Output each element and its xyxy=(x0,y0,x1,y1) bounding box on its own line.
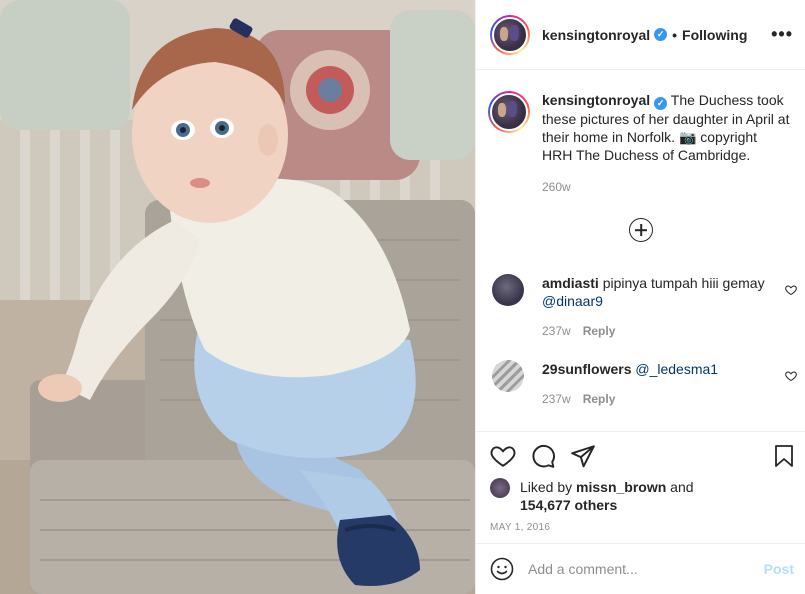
comment-item: 29sunflowers @_ledesma1 237w Reply xyxy=(476,360,805,408)
post-caption: kensingtonroyal ✓ The Duchess took these … xyxy=(476,71,805,196)
likes-count[interactable]: 154,677 others xyxy=(520,497,617,513)
verified-badge-icon: ✓ xyxy=(654,28,668,41)
comment-avatar[interactable] xyxy=(492,274,524,306)
liker-username[interactable]: missn_brown xyxy=(576,479,666,495)
emoji-icon[interactable] xyxy=(490,557,514,581)
post-date[interactable]: MAY 1, 2016 xyxy=(490,522,796,533)
bookmark-icon[interactable] xyxy=(772,443,796,469)
profile-avatar[interactable] xyxy=(490,14,530,55)
post-comment-button[interactable]: Post xyxy=(764,561,794,577)
comment-icon[interactable] xyxy=(530,443,556,469)
caption-timestamp[interactable]: 260w xyxy=(542,180,571,194)
like-comment-heart-icon[interactable] xyxy=(785,284,797,296)
post-header: kensingtonroyal ✓ • Following ••• xyxy=(476,0,805,70)
following-button[interactable]: Following xyxy=(682,27,747,43)
comment-item: amdiasti pipinya tumpah hiii gemay @dina… xyxy=(476,274,805,340)
share-icon[interactable] xyxy=(570,443,596,469)
comment-mention[interactable]: @dinaar9 xyxy=(542,293,603,309)
separator-dot: • xyxy=(672,26,678,43)
comment-input[interactable] xyxy=(528,561,764,577)
heart-icon[interactable] xyxy=(490,443,516,469)
reply-button[interactable]: Reply xyxy=(583,324,616,338)
comment-avatar[interactable] xyxy=(492,360,524,392)
comment-timestamp[interactable]: 237w xyxy=(542,324,571,338)
post-photo[interactable] xyxy=(0,0,475,594)
comment-mention[interactable]: @_ledesma1 xyxy=(635,361,718,377)
like-comment-heart-icon[interactable] xyxy=(785,370,797,382)
comment-timestamp[interactable]: 237w xyxy=(542,392,571,406)
more-options-icon[interactable]: ••• xyxy=(771,24,793,45)
plus-circle-icon[interactable] xyxy=(629,218,653,242)
likes-summary: Liked by missn_brown and 154,677 others xyxy=(490,478,796,514)
post-actions: Liked by missn_brown and 154,677 others … xyxy=(476,431,805,533)
load-more-comments[interactable] xyxy=(476,218,805,242)
liked-by-middle: and xyxy=(666,479,694,495)
add-comment-bar: Post xyxy=(476,543,805,594)
comments-list[interactable]: kensingtonroyal ✓ The Duchess took these … xyxy=(476,71,805,431)
liked-by-prefix: Liked by xyxy=(520,479,577,495)
header-username[interactable]: kensingtonroyal xyxy=(542,27,650,43)
post-details-panel: kensingtonroyal ✓ • Following ••• kensin… xyxy=(475,0,805,594)
liker-avatar[interactable] xyxy=(490,478,510,498)
comment-username[interactable]: amdiasti xyxy=(542,275,599,291)
caption-username[interactable]: kensingtonroyal xyxy=(542,92,650,108)
reply-button[interactable]: Reply xyxy=(583,392,616,406)
caption-avatar[interactable] xyxy=(488,91,530,133)
verified-badge-icon: ✓ xyxy=(654,97,668,110)
photo-illustration xyxy=(0,0,475,594)
comment-text: pipinya tumpah hiii gemay xyxy=(602,275,765,291)
comment-username[interactable]: 29sunflowers xyxy=(542,361,631,377)
